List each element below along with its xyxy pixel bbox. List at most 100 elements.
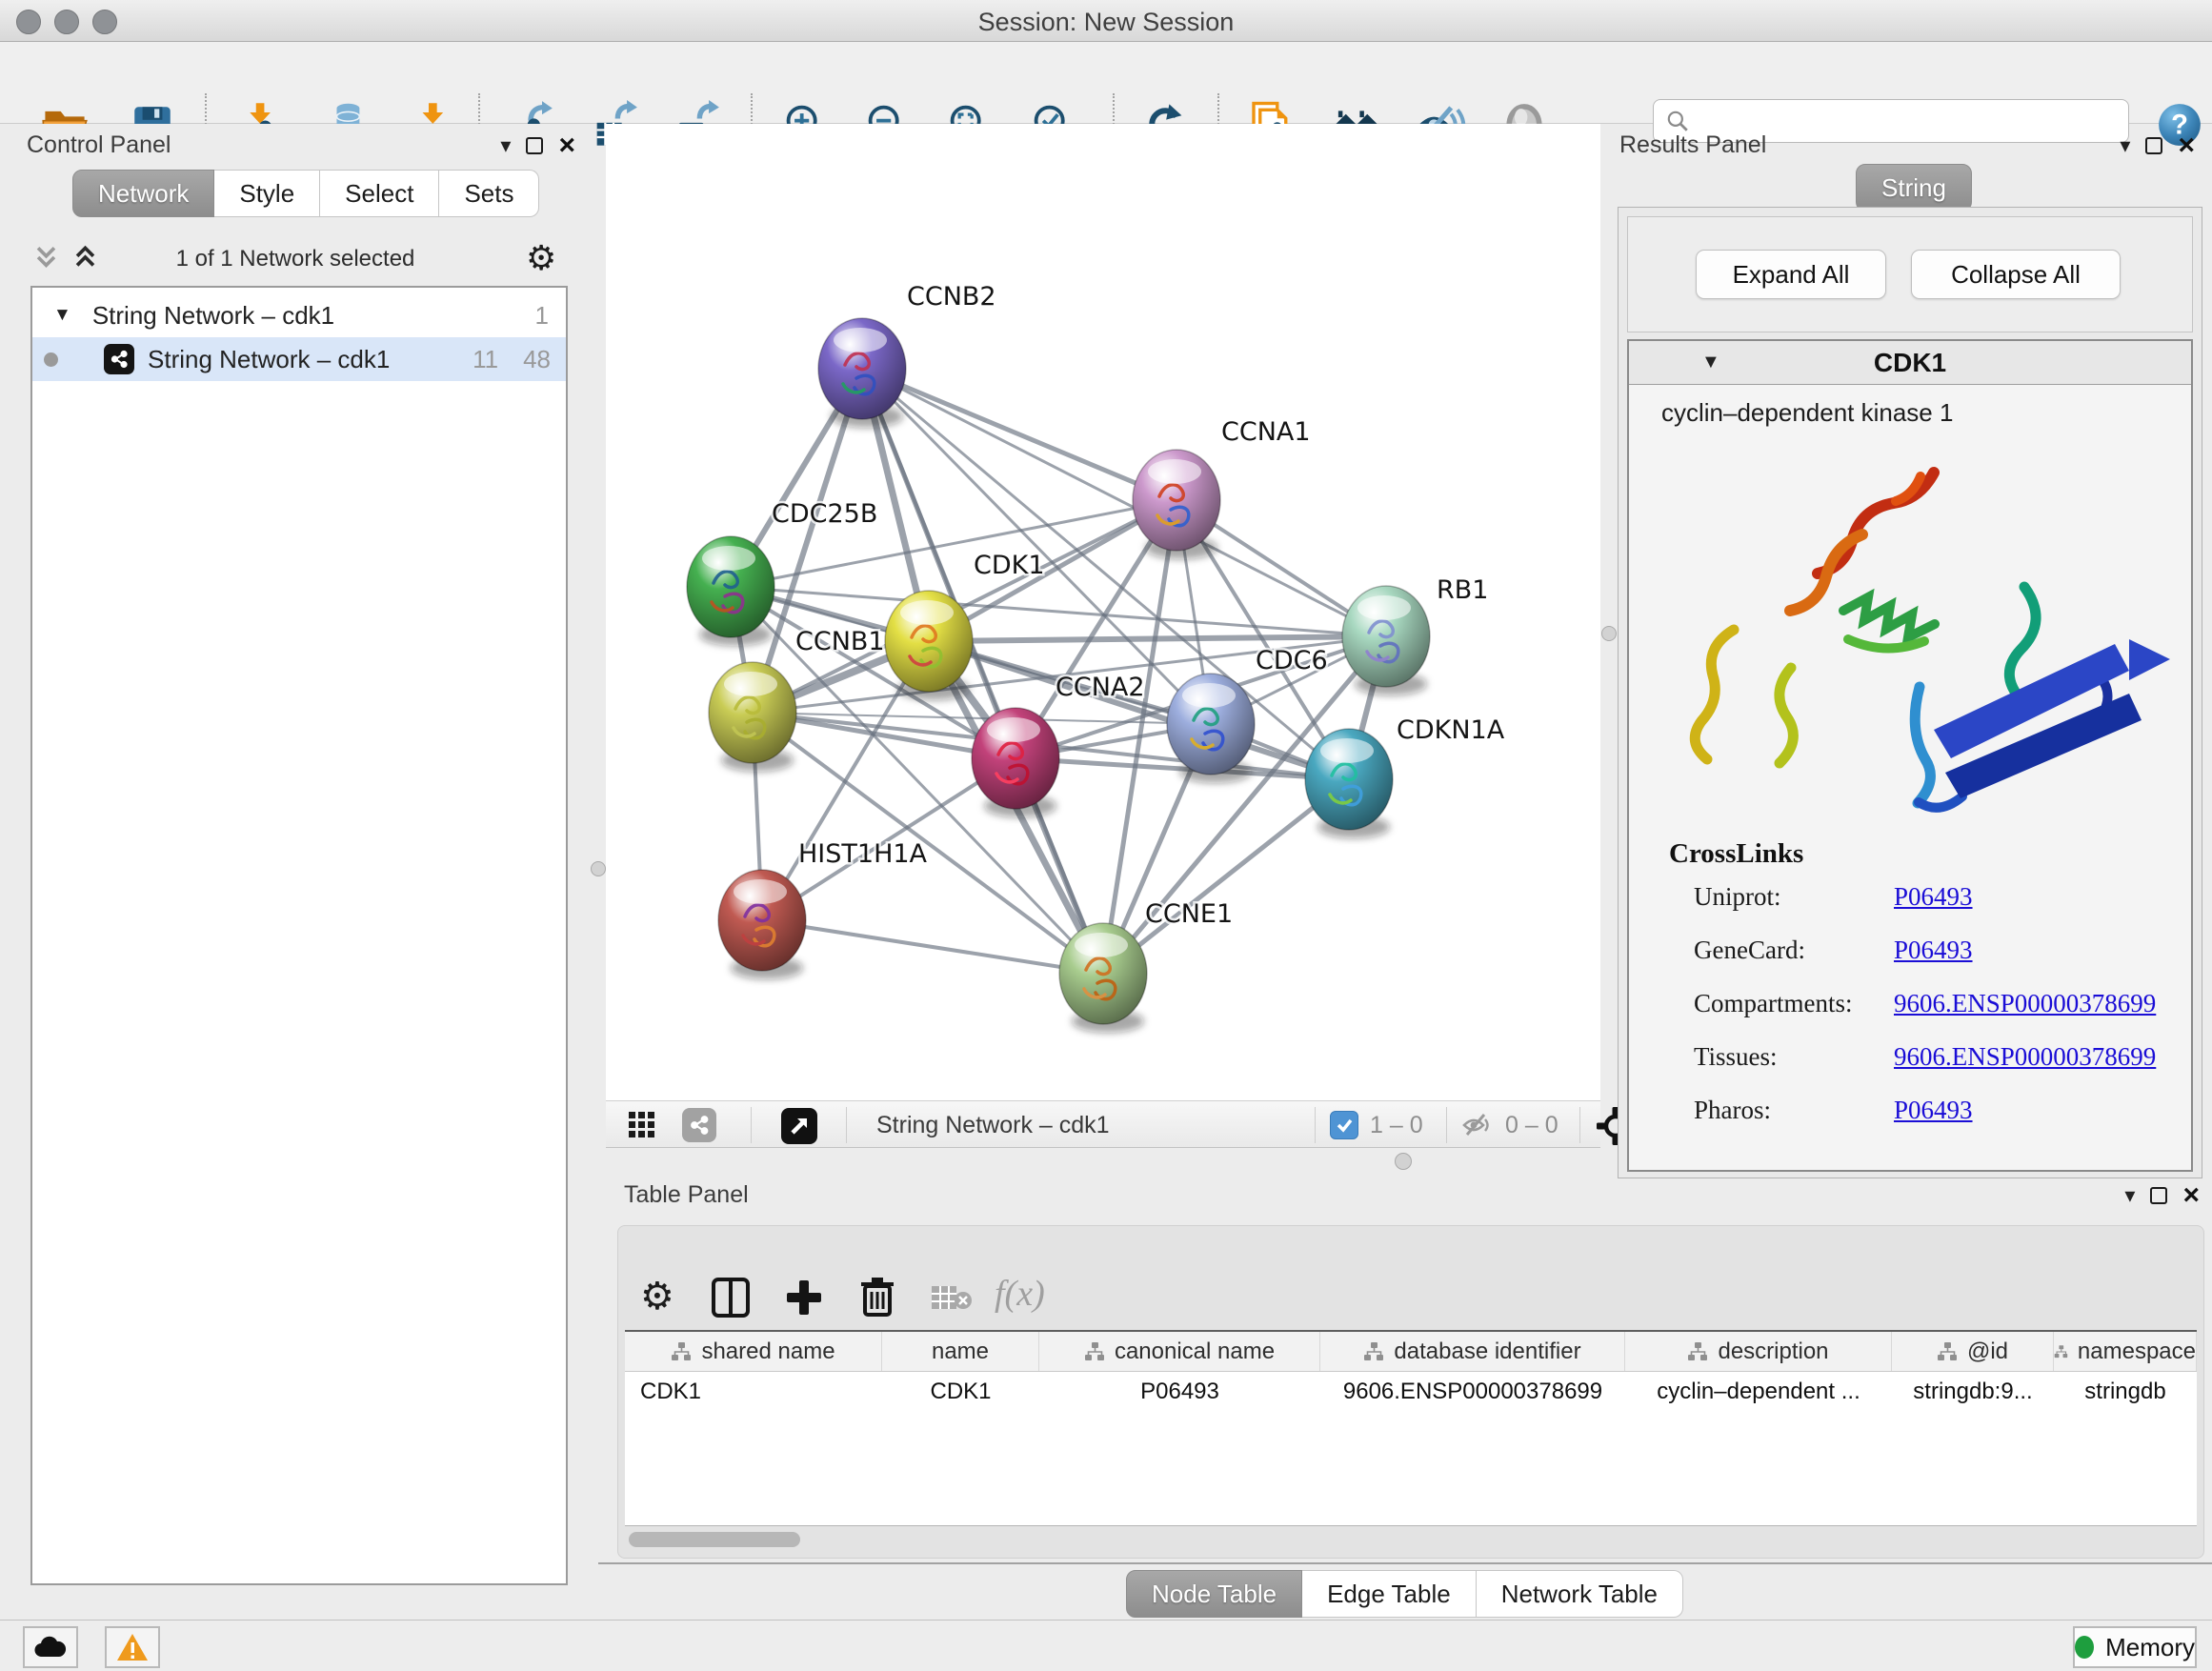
- table-delete-column-icon[interactable]: [857, 1275, 897, 1319]
- hidden-eye-slash-icon[interactable]: [1461, 1111, 1494, 1139]
- panel-float-icon[interactable]: [2150, 1187, 2167, 1204]
- table-gear-icon[interactable]: ⚙: [640, 1275, 674, 1319]
- panel-close-icon[interactable]: ×: [2178, 137, 2195, 154]
- crosslink-pharos-link[interactable]: P06493: [1894, 1096, 1973, 1125]
- table-function-builder-icon[interactable]: f(x): [995, 1273, 1045, 1315]
- network-graph: CCNB2 CCNA1 CDC25B CDK1 CDC6: [606, 124, 1600, 1100]
- crosslink-genecard-link[interactable]: P06493: [1894, 936, 1973, 965]
- memory-button[interactable]: Memory: [2073, 1626, 2197, 1668]
- network-view-toolbar: String Network – cdk1 1 – 0 0 – 0: [606, 1100, 1600, 1148]
- protein-name: CDK1: [1629, 348, 2191, 378]
- table-panel-divider: [598, 1562, 2212, 1564]
- table-cell[interactable]: CDK1: [625, 1372, 882, 1412]
- right-splitter-grip[interactable]: [1601, 626, 1617, 641]
- table-cell[interactable]: P06493: [1039, 1372, 1320, 1412]
- tab-string[interactable]: String: [1856, 164, 1972, 211]
- column-header-description[interactable]: description: [1625, 1332, 1892, 1371]
- network-edge[interactable]: [862, 369, 1176, 500]
- node-table: shared namenamecanonical namedatabase id…: [625, 1330, 2197, 1526]
- tab-style[interactable]: Style: [214, 170, 320, 217]
- table-add-column-icon[interactable]: [783, 1277, 825, 1319]
- expand-all-icon[interactable]: [71, 240, 99, 274]
- column-header-name[interactable]: name: [882, 1332, 1039, 1371]
- tree-expand-arrow-icon[interactable]: ▼: [53, 305, 71, 326]
- panel-menu-icon[interactable]: ▾: [2124, 1183, 2135, 1208]
- network-node-CCNE1[interactable]: CCNE1: [1059, 899, 1233, 1033]
- table-cell[interactable]: stringdb:9...: [1892, 1372, 2054, 1412]
- control-panel-tabs: NetworkStyleSelectSets: [72, 170, 539, 217]
- tab-edge-table[interactable]: Edge Table: [1302, 1570, 1477, 1618]
- network-edge[interactable]: [1103, 779, 1349, 974]
- crosslinks-title: CrossLinks: [1669, 838, 1803, 870]
- hidden-node-edge-counts: 0 – 0: [1505, 1112, 1558, 1139]
- panel-menu-icon[interactable]: ▾: [2120, 133, 2130, 158]
- column-header-sharedname[interactable]: shared name: [625, 1332, 882, 1371]
- protein-card-header[interactable]: ▼ CDK1: [1629, 341, 2191, 385]
- tab-select[interactable]: Select: [320, 170, 439, 217]
- table-hscrollbar-thumb[interactable]: [629, 1532, 800, 1547]
- table-panel-header: Table Panel ▾ ×: [624, 1181, 2205, 1209]
- warning-status-button[interactable]: [105, 1626, 160, 1668]
- left-splitter-grip[interactable]: [591, 861, 606, 876]
- search-input[interactable]: [1690, 108, 2109, 134]
- node-label: CDKN1A: [1397, 715, 1505, 745]
- panel-float-icon[interactable]: [526, 137, 543, 154]
- network-node-HIST1H1A[interactable]: HIST1H1A: [718, 839, 928, 979]
- network-node-CCNA2[interactable]: CCNA2: [972, 673, 1145, 817]
- network-edge[interactable]: [762, 920, 1103, 974]
- crosslink-tissues-link[interactable]: 9606.ENSP00000378699: [1894, 1042, 2156, 1072]
- network-node-CDKN1A[interactable]: CDKN1A: [1305, 715, 1505, 838]
- protein-description: cyclin–dependent kinase 1: [1661, 398, 1953, 428]
- panel-close-icon[interactable]: ×: [558, 137, 575, 154]
- panel-float-icon[interactable]: [2145, 137, 2162, 154]
- network-node-CCNA1[interactable]: CCNA1: [1133, 417, 1311, 559]
- footer-separator: [846, 1107, 847, 1143]
- tab-sets[interactable]: Sets: [439, 170, 539, 217]
- table-delete-table-icon[interactable]: [930, 1282, 974, 1315]
- network-tree-row-selected[interactable]: String Network – cdk1 11 48: [32, 337, 566, 381]
- network-node-RB1[interactable]: RB1: [1342, 575, 1488, 695]
- crosslink-label: Compartments:: [1694, 989, 1852, 1018]
- collection-count: 1: [535, 301, 549, 331]
- crosslink-uniprot-link[interactable]: P06493: [1894, 882, 1973, 912]
- search-icon: [1665, 109, 1690, 133]
- column-header-canonicalname[interactable]: canonical name: [1039, 1332, 1320, 1371]
- grid-view-icon[interactable]: [627, 1110, 657, 1140]
- tab-network-table[interactable]: Network Table: [1477, 1570, 1683, 1618]
- network-selection-status: 1 of 1 Network selected: [105, 246, 486, 272]
- node-label: CCNA1: [1221, 417, 1311, 447]
- tab-node-table[interactable]: Node Table: [1126, 1570, 1302, 1618]
- table-row[interactable]: CDK1CDK1P064939606.ENSP00000378699cyclin…: [625, 1372, 2197, 1412]
- panel-close-icon[interactable]: ×: [2182, 1187, 2200, 1204]
- horizontal-splitter-grip[interactable]: [1395, 1153, 1412, 1170]
- expand-all-button[interactable]: Expand All: [1696, 250, 1886, 299]
- table-type-tabs: Node TableEdge TableNetwork Table: [1126, 1570, 1683, 1618]
- gear-icon[interactable]: ⚙: [526, 238, 556, 278]
- birdseye-share-icon[interactable]: [682, 1108, 716, 1142]
- window-title: Session: New Session: [0, 8, 2212, 37]
- network-canvas[interactable]: CCNB2 CCNA1 CDC25B CDK1 CDC6: [606, 124, 1600, 1100]
- table-cell[interactable]: CDK1: [882, 1372, 1039, 1412]
- column-header-namespace[interactable]: namespace: [2054, 1332, 2197, 1371]
- node-label: CDC6: [1256, 646, 1328, 675]
- node-label: HIST1H1A: [798, 839, 928, 869]
- tab-network[interactable]: Network: [72, 170, 214, 217]
- cloud-status-button[interactable]: [23, 1626, 78, 1668]
- crosslink-compartments-link[interactable]: 9606.ENSP00000378699: [1894, 989, 2156, 1018]
- network-tree-root-row[interactable]: ▼ String Network – cdk1 1: [32, 293, 566, 337]
- table-cell[interactable]: cyclin–dependent ...: [1625, 1372, 1892, 1412]
- open-in-window-icon[interactable]: [781, 1108, 817, 1144]
- cytoscape-window: Session: New Session: [0, 0, 2212, 1671]
- collapse-all-icon[interactable]: [32, 240, 60, 274]
- table-cell[interactable]: 9606.ENSP00000378699: [1320, 1372, 1625, 1412]
- selected-checkbox-icon[interactable]: [1330, 1111, 1358, 1139]
- table-cell[interactable]: stringdb: [2054, 1372, 2197, 1412]
- panel-menu-icon[interactable]: ▾: [500, 133, 511, 158]
- column-header-id[interactable]: @id: [1892, 1332, 2054, 1371]
- table-columns-icon[interactable]: [711, 1277, 751, 1319]
- column-header-databaseidentifier[interactable]: database identifier: [1320, 1332, 1625, 1371]
- network-name-label: String Network – cdk1: [148, 345, 390, 374]
- collapse-all-button[interactable]: Collapse All: [1911, 250, 2121, 299]
- footer-network-name: String Network – cdk1: [876, 1112, 1110, 1139]
- table-panel-title: Table Panel: [624, 1181, 749, 1209]
